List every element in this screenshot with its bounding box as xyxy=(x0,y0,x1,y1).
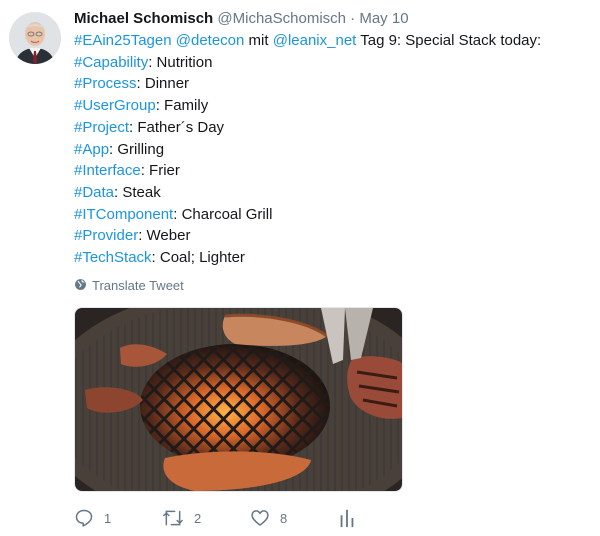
hashtag-link[interactable]: #Interface xyxy=(74,162,141,179)
like-count: 8 xyxy=(280,510,288,526)
tweet-actions: 1 2 8 xyxy=(74,506,394,530)
hashtag-link[interactable]: #Data xyxy=(74,184,114,201)
analytics-button[interactable] xyxy=(338,506,356,530)
mention-link[interactable]: @leanix_net xyxy=(273,32,357,49)
translate-label: Translate Tweet xyxy=(92,278,184,294)
tweet-line: #UserGroup: Family xyxy=(74,95,594,117)
tweet-line: #App: Grilling xyxy=(74,139,594,161)
author-name[interactable]: Michael Schomisch xyxy=(74,10,213,27)
translate-tweet-link[interactable]: Translate Tweet xyxy=(74,277,594,295)
tweet-text-segment: Tag 9: Special Stack today: xyxy=(356,32,542,49)
tweet-text-segment: : Coal; Lighter xyxy=(151,249,245,267)
tweet-line: #Provider: Weber xyxy=(74,225,594,247)
hashtag-link[interactable]: #Process xyxy=(74,75,137,92)
tweet-text: #EAin25Tagen @detecon mit @leanix_net Ta… xyxy=(74,30,594,269)
analytics-icon xyxy=(338,508,356,528)
tweet-text-segment: mit xyxy=(244,32,273,49)
tweet-content: Michael Schomisch @MichaSchomisch · May … xyxy=(74,8,594,295)
tweet-header: Michael Schomisch @MichaSchomisch · May … xyxy=(74,8,594,29)
tweet-text-segment: : Dinner xyxy=(136,75,190,93)
tweet-line: #Data: Steak xyxy=(74,182,594,204)
reply-button[interactable]: 1 xyxy=(74,506,111,530)
hashtag-link[interactable]: #TechStack xyxy=(74,249,152,266)
tweet-photo[interactable] xyxy=(74,307,403,492)
tweet-line: #Process: Dinner xyxy=(74,73,594,95)
hashtag-link[interactable]: #ITComponent xyxy=(74,206,173,223)
hashtag-link[interactable]: #EAin25Tagen xyxy=(74,32,172,49)
tweet-line: #Interface: Frier xyxy=(74,160,594,182)
tweet: Michael Schomisch @MichaSchomisch · May … xyxy=(0,0,600,536)
retweet-button[interactable]: 2 xyxy=(162,506,201,530)
tweet-text-segment: : Frier xyxy=(140,162,180,180)
hashtag-link[interactable]: #Capability xyxy=(74,54,148,71)
reply-icon xyxy=(74,508,94,528)
retweet-icon xyxy=(162,508,184,528)
retweet-count: 2 xyxy=(194,510,202,526)
reply-count: 1 xyxy=(104,510,112,526)
heart-icon xyxy=(250,508,270,528)
tweet-line: #TechStack: Coal; Lighter xyxy=(74,247,594,269)
tweet-text-segment: : Father´s Day xyxy=(129,118,225,136)
tweet-line: #Project: Father´s Day xyxy=(74,117,594,139)
tweet-text-segment: : Nutrition xyxy=(148,53,213,71)
author-handle[interactable]: @MichaSchomisch xyxy=(217,10,346,27)
tweet-date[interactable]: May 10 xyxy=(359,10,408,27)
tweet-line: #ITComponent: Charcoal Grill xyxy=(74,204,594,226)
tweet-text-segment: : Weber xyxy=(138,227,191,245)
tweet-line: #Capability: Nutrition xyxy=(74,52,594,74)
tweet-line: #EAin25Tagen @detecon mit @leanix_net Ta… xyxy=(74,30,594,52)
tweet-text-segment: : Grilling xyxy=(109,140,165,158)
separator: · xyxy=(350,10,356,27)
hashtag-link[interactable]: #App xyxy=(74,141,109,158)
globe-icon xyxy=(74,278,87,294)
tweet-text-segment: : Charcoal Grill xyxy=(173,205,273,223)
hashtag-link[interactable]: #Provider xyxy=(74,227,138,244)
hashtag-link[interactable]: #Project xyxy=(74,119,129,136)
like-button[interactable]: 8 xyxy=(250,506,287,530)
tweet-text-segment: : Family xyxy=(155,97,209,115)
hashtag-link[interactable]: #UserGroup xyxy=(74,97,156,114)
tweet-text-segment: : Steak xyxy=(114,183,161,201)
avatar[interactable] xyxy=(9,12,61,64)
mention-link[interactable]: @detecon xyxy=(176,32,245,49)
